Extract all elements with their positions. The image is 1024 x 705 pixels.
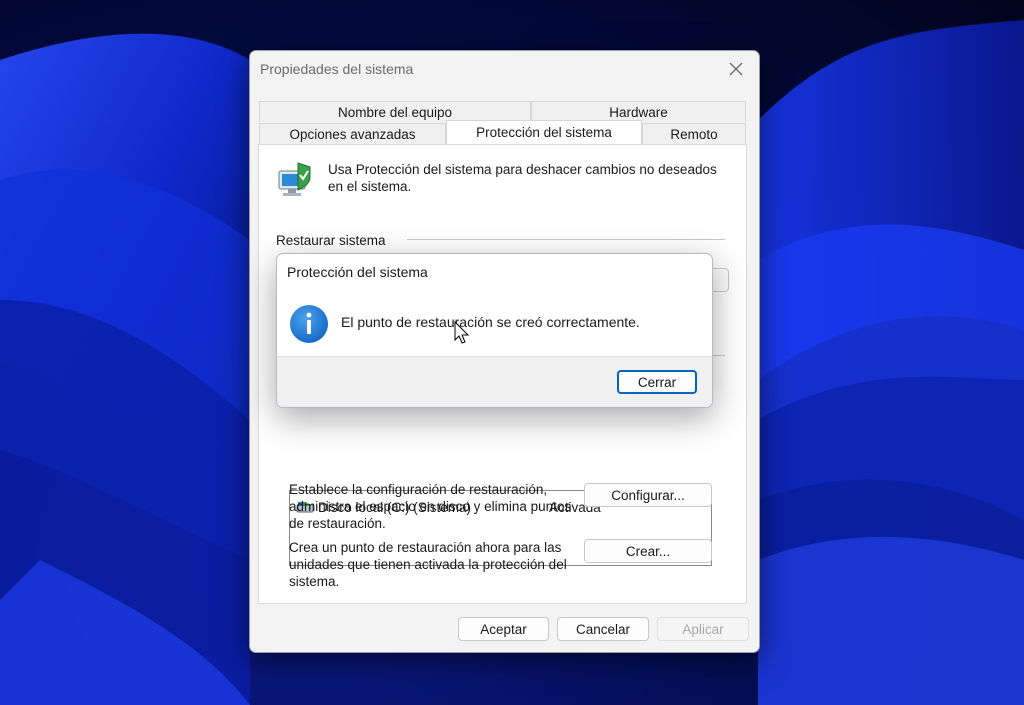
- mouse-cursor-icon: [454, 321, 470, 344]
- close-icon: [729, 62, 743, 76]
- create-button[interactable]: Crear...: [584, 539, 712, 563]
- apply-button[interactable]: Aplicar: [657, 617, 749, 641]
- tab-hardware[interactable]: Hardware: [531, 101, 746, 122]
- cancel-button[interactable]: Cancelar: [557, 617, 649, 641]
- tab-remoto[interactable]: Remoto: [642, 123, 746, 144]
- intro-text: Usa Protección del sistema para deshacer…: [328, 162, 717, 194]
- dialog-title: Protección del sistema: [287, 264, 428, 280]
- info-icon: [290, 305, 328, 343]
- tab-opciones-avanzadas[interactable]: Opciones avanzadas: [259, 123, 446, 144]
- restore-point-created-dialog: Protección del sistema El punto de resta…: [276, 253, 713, 408]
- title-bar: Propiedades del sistema: [250, 51, 759, 89]
- ok-button[interactable]: Aceptar: [458, 617, 549, 641]
- restore-group-label: Restaurar sistema: [276, 233, 386, 248]
- create-description: Crea un punto de restauración ahora para…: [289, 540, 567, 589]
- configure-description: Establece la configuración de restauraci…: [289, 482, 572, 531]
- tab-proteccion-del-sistema[interactable]: Protección del sistema: [446, 120, 642, 144]
- window-title: Propiedades del sistema: [260, 61, 414, 77]
- configure-button[interactable]: Configurar...: [584, 483, 712, 507]
- dialog-message: El punto de restauración se creó correct…: [341, 314, 640, 330]
- tab-nombre-del-equipo[interactable]: Nombre del equipo: [259, 101, 531, 122]
- group-divider: [407, 239, 725, 240]
- system-protection-icon: [278, 162, 311, 196]
- window-close-button[interactable]: [719, 55, 753, 83]
- dialog-close-button[interactable]: Cerrar: [617, 370, 697, 394]
- dialog-footer: Cerrar: [277, 356, 712, 407]
